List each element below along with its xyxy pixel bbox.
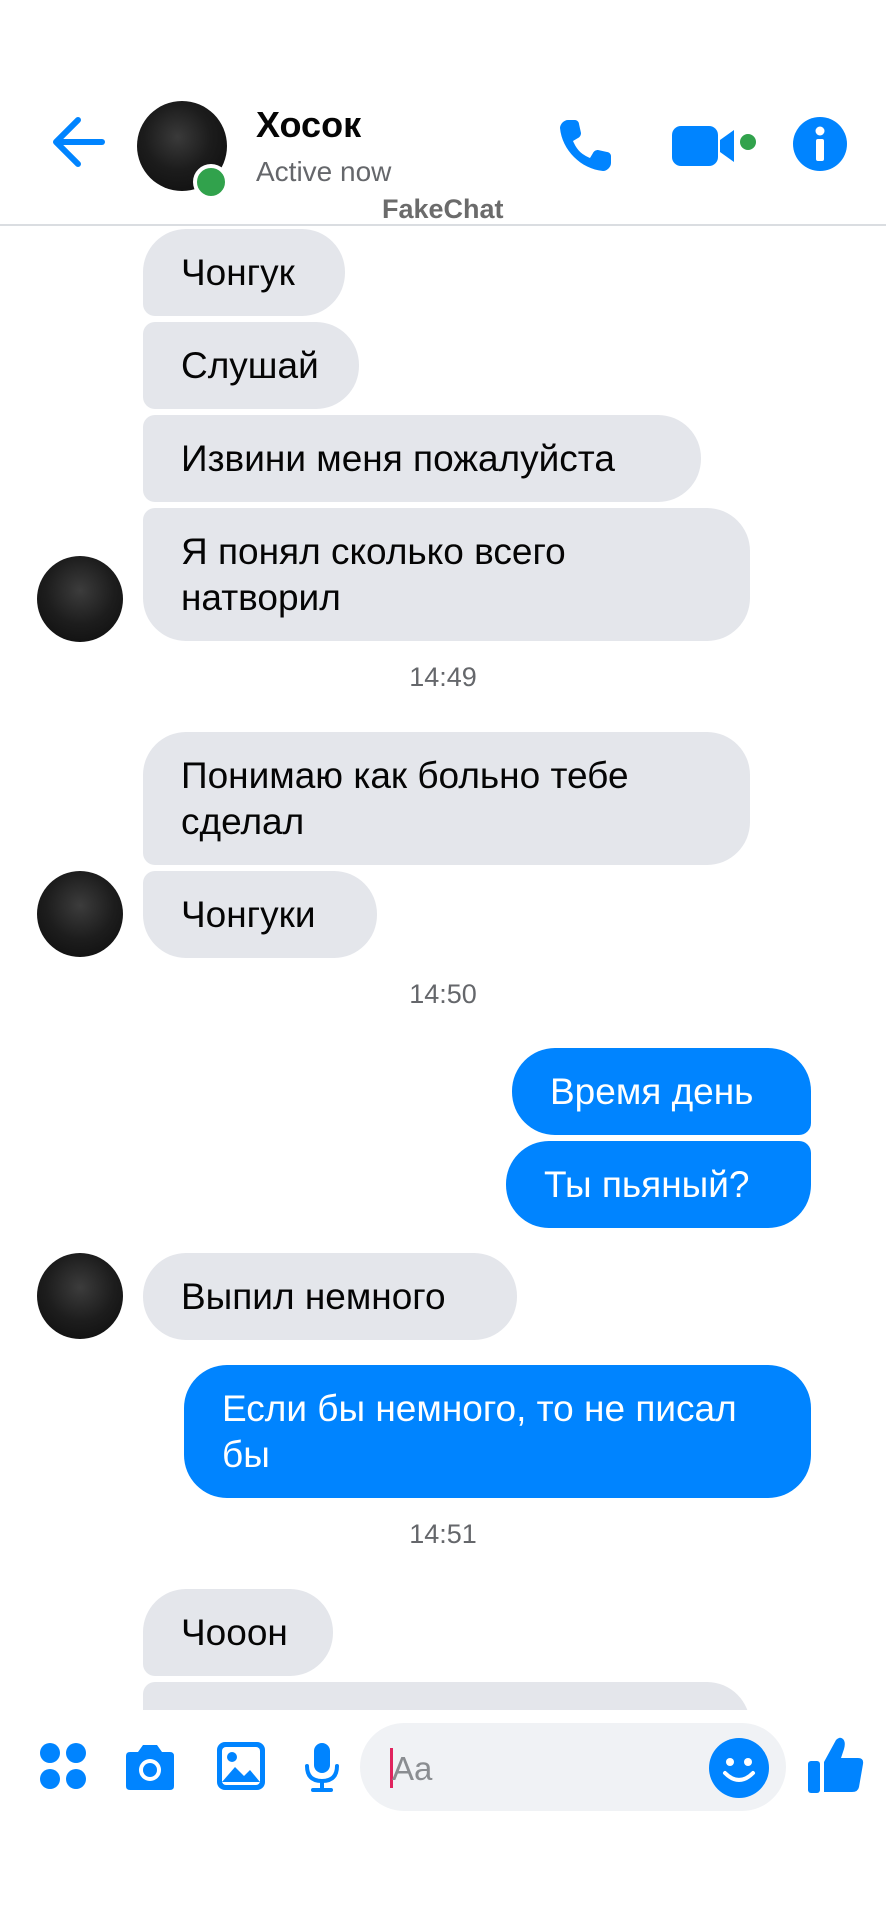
message-received[interactable]: Чонгуки	[143, 871, 377, 958]
message-received[interactable]: Я понял сколько всего натворил	[143, 508, 750, 641]
thumbs-up-icon[interactable]	[806, 1734, 866, 1796]
message-received[interactable]: Чонгук	[143, 229, 345, 316]
message-received[interactable]: Извини меня пожалуйста	[143, 415, 701, 502]
online-status-dot	[193, 164, 229, 200]
message-input[interactable]	[390, 1744, 694, 1794]
contact-status: Active now	[256, 156, 392, 187]
message-received[interactable]: Понимаю как больно тебе сделал	[143, 732, 750, 865]
video-camera-icon[interactable]	[670, 120, 756, 174]
phone-icon[interactable]	[553, 114, 617, 178]
message-received[interactable]: Выпил немного	[143, 1253, 517, 1340]
sender-avatar[interactable]	[37, 1253, 123, 1339]
message-sent[interactable]: Если бы немного, то не писал бы	[184, 1365, 811, 1498]
timestamp: 14:49	[409, 662, 477, 692]
back-arrow-icon[interactable]	[44, 110, 108, 174]
emoji-icon[interactable]	[708, 1737, 770, 1799]
watermark: FakeChat	[382, 194, 504, 224]
gallery-icon[interactable]	[215, 1740, 267, 1792]
apps-icon[interactable]	[38, 1741, 88, 1791]
message-sent[interactable]: Ты пьяный?	[506, 1141, 811, 1228]
sender-avatar[interactable]	[37, 871, 123, 957]
message-list[interactable]: Чонгук Слушай Извини меня пожалуйста Я п…	[0, 226, 886, 1710]
microphone-icon[interactable]	[302, 1740, 342, 1796]
timestamp: 14:50	[409, 979, 477, 1009]
message-received[interactable]: Чооон	[143, 1589, 333, 1676]
message-sent[interactable]: Время день	[512, 1048, 811, 1135]
timestamp: 14:51	[409, 1519, 477, 1549]
camera-icon[interactable]	[122, 1742, 178, 1792]
contact-name[interactable]: Хосок	[256, 104, 361, 146]
chat-header: Хосок Active now FakeChat	[0, 0, 886, 226]
message-received-partial[interactable]	[143, 1682, 750, 1710]
info-icon[interactable]	[792, 116, 848, 172]
sender-avatar[interactable]	[37, 556, 123, 642]
message-received[interactable]: Слушай	[143, 322, 359, 409]
